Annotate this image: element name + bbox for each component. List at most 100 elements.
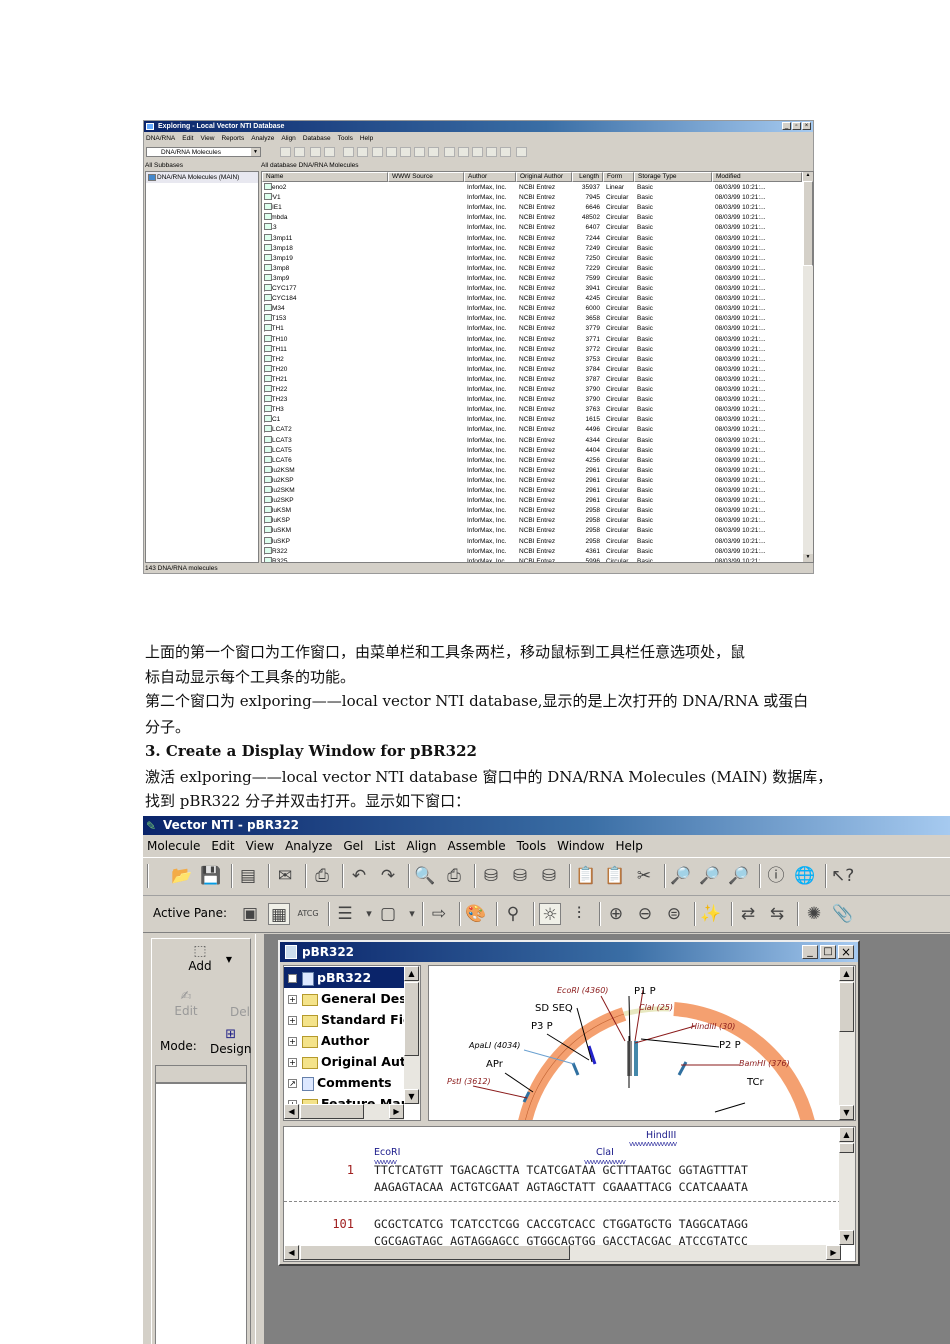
subbase-item-main[interactable]: DNA/RNA Molecules (MAIN)	[146, 172, 258, 183]
menu-item-list[interactable]: List	[374, 839, 395, 853]
find-a-icon[interactable]: 🔎	[670, 865, 692, 887]
undo-icon[interactable]: ↶	[348, 865, 370, 887]
find-c-icon[interactable]: 🔎	[728, 865, 750, 887]
minimize-button[interactable]: _	[782, 122, 791, 130]
table-row[interactable]: pBLCAT3 InforMax, Inc. NCBI Entrez 4344 Circ…	[262, 435, 802, 446]
edit-button[interactable]: ✍ Edit	[156, 989, 216, 1025]
menu-item-molecule[interactable]: Molecule	[147, 839, 200, 853]
paste-special-icon[interactable]: 📋	[575, 865, 597, 887]
delete-button[interactable]: Del	[230, 1005, 250, 1019]
table-row[interactable]: pBLCAT2 InforMax, Inc. NCBI Entrez 4496 Circ…	[262, 425, 802, 435]
new-icon[interactable]	[280, 147, 291, 157]
properties-icon[interactable]: ▤	[237, 865, 259, 887]
sequence-top-strand[interactable]: GCGCTCATCG TCATCCTCGG CACCGTCACC CTGGATG…	[374, 1217, 748, 1231]
map-label-apali[interactable]: ApaLI (4034)	[469, 1041, 520, 1050]
map-label-apr[interactable]: APr	[486, 1059, 503, 1070]
menu-item-help[interactable]: Help	[360, 135, 373, 142]
scroll-thumb[interactable]	[803, 181, 813, 266]
table-row[interactable]: pAT153 InforMax, Inc. NCBI Entrez 3658 Circu…	[262, 314, 802, 324]
table-row[interactable]: pBLCAT6 InforMax, Inc. NCBI Entrez 4256 Circ…	[262, 455, 802, 466]
palette-icon[interactable]: 🎨	[465, 903, 487, 925]
table-row[interactable]: M13mp19 InforMax, Inc. NCBI Entrez 7250 Circ…	[262, 253, 802, 264]
menu-item-view[interactable]: View	[200, 135, 214, 142]
sequence-bottom-strand[interactable]: AAGAGTACAA ACTGTCGAAT AGTAGCTATT CGAAATT…	[374, 1180, 748, 1194]
find-b-icon[interactable]: 🔎	[699, 865, 721, 887]
database-icon[interactable]: ⛁	[480, 865, 502, 887]
new-folder-icon[interactable]	[372, 147, 383, 157]
close-button[interactable]: ×	[802, 122, 811, 130]
insert-icon[interactable]: ⇨	[428, 903, 450, 925]
menu-item-tools[interactable]: Tools	[338, 135, 353, 142]
scroll-thumb[interactable]	[839, 982, 854, 1032]
menu-item-database[interactable]: Database	[303, 135, 331, 142]
scroll-up-arrow[interactable]: ▲	[803, 172, 813, 181]
highlight-icon[interactable]: ✺	[803, 903, 825, 925]
tree-node[interactable]: +Feature Map	[288, 1093, 404, 1104]
vertical-scrollbar[interactable]: ▲ ▼	[839, 1127, 855, 1245]
magic-wand-icon[interactable]: ✨	[700, 903, 722, 925]
map-label-hindiii[interactable]: HindIII (30)	[691, 1022, 735, 1031]
table-row[interactable]: pBR322 InforMax, Inc. NCBI Entrez 4361 Circu…	[262, 546, 802, 557]
context-help-icon[interactable]: ↖?	[831, 865, 854, 887]
table-row[interactable]: pATH11 InforMax, Inc. NCBI Entrez 3772 Circu…	[262, 344, 802, 355]
add-button[interactable]: ⬚ Add ▼	[156, 943, 244, 983]
map-label-psti[interactable]: PstI (3612)	[447, 1077, 491, 1086]
menu-item-tools[interactable]: Tools	[517, 839, 547, 853]
find-icon[interactable]	[310, 147, 321, 157]
scroll-down-arrow[interactable]: ▼	[839, 1230, 854, 1245]
info-icon[interactable]: ⓘ	[765, 865, 787, 887]
menu-item-gel[interactable]: Gel	[343, 839, 363, 853]
zoom-out-icon[interactable]: ⊖	[634, 903, 656, 925]
rename-icon[interactable]	[400, 147, 411, 157]
database-sync-icon[interactable]: ⛁	[538, 865, 560, 887]
menu-item-edit[interactable]: Edit	[211, 839, 234, 853]
table-row[interactable]: pBluSKM InforMax, Inc. NCBI Entrez 2958 Circ…	[262, 526, 802, 536]
table-row[interactable]: pBR325 InforMax, Inc. NCBI Entrez 5996 Circu…	[262, 556, 802, 562]
properties-icon[interactable]	[428, 147, 439, 157]
open-icon[interactable]	[294, 147, 305, 157]
column-header[interactable]: Modified	[712, 172, 802, 182]
site-label-clai[interactable]: ClaI	[596, 1147, 614, 1158]
reverse-translate-icon[interactable]: ⇆	[766, 903, 788, 925]
scroll-thumb[interactable]	[300, 1104, 364, 1119]
link-icon[interactable]: ↗	[288, 1079, 297, 1088]
menu-item-analyze[interactable]: Analyze	[251, 135, 274, 142]
menu-item-dnarna[interactable]: DNA/RNA	[146, 135, 175, 142]
map-label-p1[interactable]: P1 P	[634, 986, 656, 997]
table-row[interactable]: pAM34 InforMax, Inc. NCBI Entrez 6000 Circul…	[262, 304, 802, 314]
scroll-up-arrow[interactable]: ▲	[839, 966, 854, 981]
menu-item-window[interactable]: Window	[557, 839, 604, 853]
scroll-down-arrow[interactable]: ▼	[839, 1105, 854, 1120]
find-atg-icon[interactable]: ⚲	[502, 903, 524, 925]
text-pane-icon[interactable]: ▣	[239, 903, 261, 925]
table-row[interactable]: pBlu2SKP InforMax, Inc. NCBI Entrez 2961 Cir…	[262, 496, 802, 506]
scroll-down-arrow[interactable]: ▼	[803, 554, 813, 562]
map-label-clai[interactable]: ClaI (25)	[639, 1003, 673, 1012]
expand-icon[interactable]: +	[288, 1058, 297, 1067]
scroll-down-arrow[interactable]: ▼	[404, 1089, 419, 1104]
table-row[interactable]: pATH10 InforMax, Inc. NCBI Entrez 3771 Circu…	[262, 334, 802, 345]
table-row[interactable]: pBLCAT5 InforMax, Inc. NCBI Entrez 4404 Circ…	[262, 445, 802, 456]
database-export-icon[interactable]: ⛁	[509, 865, 531, 887]
table-row[interactable]: M13mp18 InforMax, Inc. NCBI Entrez 7249 Circ…	[262, 243, 802, 254]
chevron-down-icon[interactable]: ▼	[251, 148, 260, 156]
expand-icon[interactable]: +	[288, 1016, 297, 1025]
table-row[interactable]: pATH20 InforMax, Inc. NCBI Entrez 3784 Circu…	[262, 364, 802, 375]
tree-node[interactable]: ↗ Comments	[288, 1072, 392, 1093]
restore-button[interactable]: ▫	[792, 122, 801, 130]
translate-icon[interactable]: ⇄	[737, 903, 759, 925]
menu-item-help[interactable]: Help	[616, 839, 643, 853]
browse-icon[interactable]	[324, 147, 335, 157]
table-icon[interactable]	[472, 147, 483, 157]
table-row[interactable]: Lambda InforMax, Inc. NCBI Entrez 48502 Circ…	[262, 213, 802, 223]
refresh-icon[interactable]	[500, 147, 511, 157]
grid-icon[interactable]	[486, 147, 497, 157]
scroll-up-arrow[interactable]: ▲	[404, 966, 419, 981]
tree-node[interactable]: + Standard Field	[288, 1009, 404, 1030]
column-header[interactable]: Form	[603, 172, 634, 182]
scroll-thumb[interactable]	[839, 1143, 854, 1153]
menu-item-view[interactable]: View	[246, 839, 274, 853]
print-icon[interactable]: ⎙	[443, 865, 465, 887]
vertical-scrollbar[interactable]: ▲ ▼	[839, 966, 855, 1120]
table-row[interactable]: Adeno2 InforMax, Inc. NCBI Entrez 35937 Line…	[262, 183, 802, 193]
